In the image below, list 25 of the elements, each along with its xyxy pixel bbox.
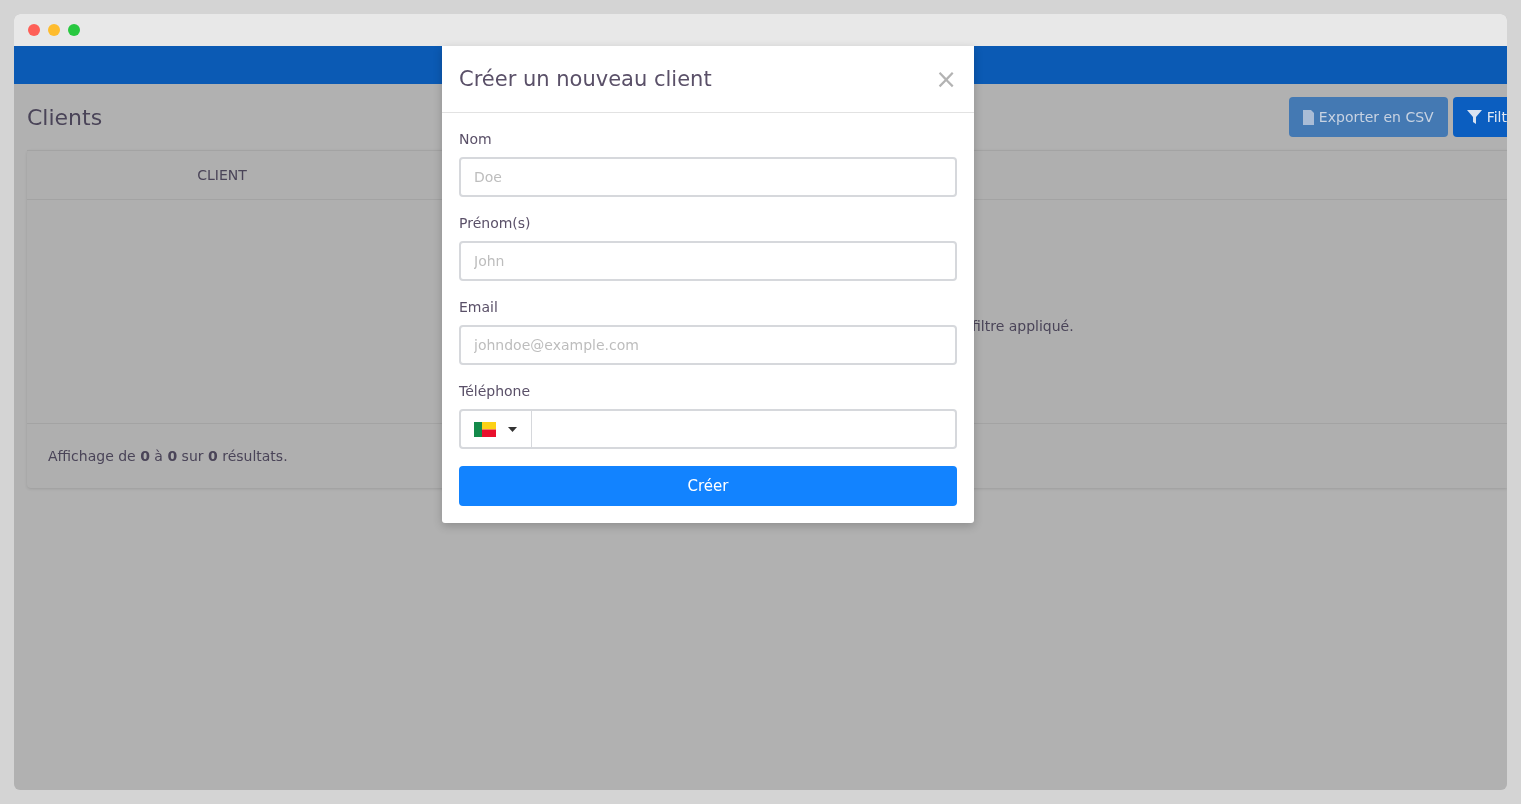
zoom-window-icon[interactable] — [68, 24, 80, 36]
field-label: Nom — [459, 131, 492, 147]
export-button[interactable]: Exporter en CSV — [1288, 97, 1448, 137]
field-label: Téléphone — [459, 383, 531, 399]
country-select[interactable] — [459, 409, 532, 449]
file-icon — [1302, 109, 1314, 125]
results-summary: Affichage de 0 à 0 sur 0 résultats. — [48, 448, 288, 464]
modal-title: Créer un nouveau client — [459, 67, 712, 91]
caret-icon — [508, 426, 517, 432]
field-label: Prénom(s) — [459, 215, 531, 231]
minimize-window-icon[interactable] — [48, 24, 60, 36]
create-button[interactable]: Créer — [459, 466, 957, 506]
input-field[interactable]: Doe — [459, 157, 957, 197]
filter-button[interactable]: Filt — [1452, 97, 1507, 137]
flag-icon — [474, 421, 496, 437]
page-title: Clients — [27, 104, 103, 130]
empty-message: filtre appliqué. — [972, 318, 1074, 334]
input-field[interactable]: John — [459, 241, 957, 281]
input-field[interactable]: johndoe@example.com — [459, 325, 957, 365]
filter-icon — [1466, 110, 1482, 124]
field-label: Email — [459, 299, 498, 315]
close-button[interactable]: × — [935, 66, 957, 92]
column-header: CLIENT — [196, 167, 248, 183]
close-window-icon[interactable] — [28, 24, 40, 36]
phone-field[interactable] — [459, 409, 957, 449]
